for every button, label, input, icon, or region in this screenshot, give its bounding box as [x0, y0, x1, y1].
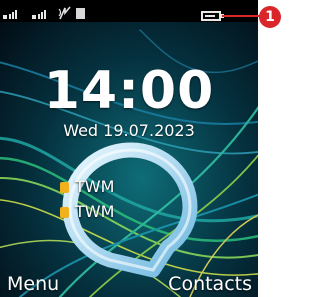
battery-icon: [201, 11, 224, 21]
wallpaper-image: [0, 0, 258, 297]
network-activity-icon: [58, 6, 71, 20]
status-bar: [0, 0, 258, 22]
callout-line: [222, 15, 262, 17]
phone-screen: 14:00 Wed 19.07.2023 TWM TWM Menu Contac…: [0, 0, 258, 297]
softkey-contacts[interactable]: Contacts: [168, 272, 252, 296]
operator-name: TWM: [75, 177, 115, 196]
sim1-signal-icon: [3, 9, 19, 19]
sd-card-icon: [76, 8, 85, 19]
clock-date: Wed 19.07.2023: [63, 121, 195, 140]
callout-marker: 1: [259, 6, 281, 28]
sim-card-icon: [60, 207, 69, 218]
operator-sim2: TWM: [60, 202, 114, 222]
softkey-menu[interactable]: Menu: [7, 272, 59, 296]
clock-time: 14:00: [43, 61, 215, 121]
sim2-signal-icon: [32, 9, 48, 19]
sim-card-icon: [60, 182, 69, 193]
operator-name: TWM: [75, 202, 115, 221]
operator-sim1: TWM: [60, 177, 114, 197]
